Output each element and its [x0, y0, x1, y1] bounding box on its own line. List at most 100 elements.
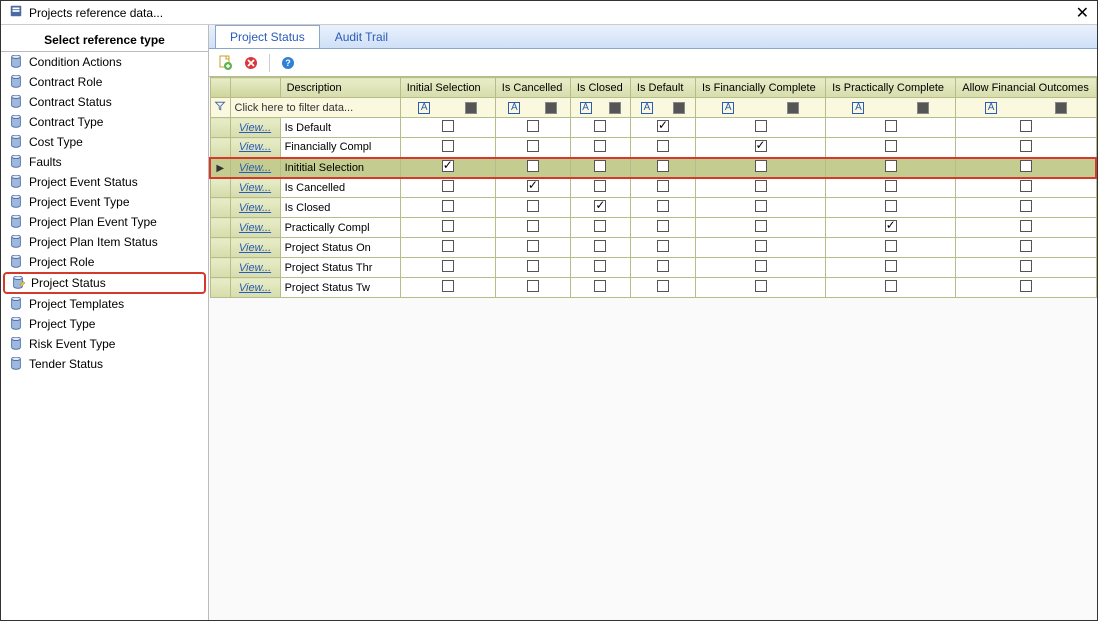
cell-is-closed[interactable] [570, 178, 630, 198]
sidebar-item-faults[interactable]: Faults [1, 152, 208, 172]
cell-is-financially-complete[interactable] [695, 118, 825, 138]
row-selector[interactable] [210, 178, 230, 198]
cell-is-default[interactable] [630, 258, 695, 278]
cell-is-financially-complete[interactable] [695, 218, 825, 238]
cell-is-cancelled[interactable] [495, 158, 570, 178]
cell-description[interactable]: Is Cancelled [280, 178, 400, 198]
checkbox[interactable] [885, 180, 897, 192]
filter-is-default[interactable]: A [630, 98, 695, 118]
cell-is-practically-complete[interactable] [826, 198, 956, 218]
checkbox[interactable] [442, 240, 454, 252]
cell-description[interactable]: Is Default [280, 118, 400, 138]
help-icon[interactable]: ? [280, 55, 296, 71]
cell-is-closed[interactable] [570, 258, 630, 278]
sidebar-item-contract-type[interactable]: Contract Type [1, 112, 208, 132]
table-row[interactable]: ▶View...Inititial Selection [210, 158, 1096, 178]
row-selector[interactable] [210, 198, 230, 218]
cell-is-financially-complete[interactable] [695, 178, 825, 198]
cell-description[interactable]: Project Status Tw [280, 278, 400, 298]
cell-allow-financial-outcomes[interactable] [956, 278, 1096, 298]
row-selector[interactable] [210, 218, 230, 238]
cell-is-closed[interactable] [570, 238, 630, 258]
checkbox[interactable] [442, 260, 454, 272]
checkbox[interactable] [594, 200, 606, 212]
checkbox[interactable] [594, 240, 606, 252]
row-selector[interactable] [210, 278, 230, 298]
cell-is-financially-complete[interactable] [695, 258, 825, 278]
cell-is-cancelled[interactable] [495, 218, 570, 238]
cell-is-default[interactable] [630, 238, 695, 258]
checkbox[interactable] [657, 140, 669, 152]
col-allow-financial-outcomes[interactable]: Allow Financial Outcomes [956, 78, 1096, 98]
cell-is-financially-complete[interactable] [695, 158, 825, 178]
checkbox[interactable] [885, 280, 897, 292]
checkbox[interactable] [657, 180, 669, 192]
checkbox[interactable] [527, 160, 539, 172]
data-grid[interactable]: Description Initial Selection Is Cancell… [209, 77, 1097, 620]
cell-initial-selection[interactable] [400, 138, 495, 158]
checkbox[interactable] [657, 220, 669, 232]
cell-description[interactable]: Project Status On [280, 238, 400, 258]
sidebar-item-project-event-status[interactable]: Project Event Status [1, 172, 208, 192]
table-row[interactable]: View...Project Status On [210, 238, 1096, 258]
view-link[interactable]: View... [230, 138, 280, 158]
checkbox[interactable] [1020, 180, 1032, 192]
checkbox[interactable] [594, 160, 606, 172]
cell-is-cancelled[interactable] [495, 138, 570, 158]
col-is-practically-complete[interactable]: Is Practically Complete [826, 78, 956, 98]
close-icon[interactable]: ✕ [1076, 3, 1089, 23]
row-selector[interactable] [210, 238, 230, 258]
cell-is-closed[interactable] [570, 158, 630, 178]
checkbox[interactable] [594, 260, 606, 272]
cell-initial-selection[interactable] [400, 198, 495, 218]
view-link[interactable]: View... [230, 218, 280, 238]
cell-is-default[interactable] [630, 218, 695, 238]
table-row[interactable]: View...Project Status Thr [210, 258, 1096, 278]
checkbox[interactable] [755, 120, 767, 132]
cell-is-practically-complete[interactable] [826, 278, 956, 298]
checkbox[interactable] [755, 280, 767, 292]
cell-is-cancelled[interactable] [495, 198, 570, 218]
col-is-default[interactable]: Is Default [630, 78, 695, 98]
checkbox[interactable] [442, 220, 454, 232]
cell-is-practically-complete[interactable] [826, 218, 956, 238]
view-link[interactable]: View... [230, 258, 280, 278]
checkbox[interactable] [594, 220, 606, 232]
table-row[interactable]: View...Is Cancelled [210, 178, 1096, 198]
checkbox[interactable] [885, 200, 897, 212]
col-is-cancelled[interactable]: Is Cancelled [495, 78, 570, 98]
checkbox[interactable] [527, 140, 539, 152]
checkbox[interactable] [1020, 160, 1032, 172]
sidebar-item-condition-actions[interactable]: Condition Actions [1, 52, 208, 72]
cell-description[interactable]: Project Status Thr [280, 258, 400, 278]
cell-initial-selection[interactable] [400, 278, 495, 298]
checkbox[interactable] [657, 160, 669, 172]
table-row[interactable]: View...Practically Compl [210, 218, 1096, 238]
checkbox[interactable] [527, 120, 539, 132]
checkbox[interactable] [594, 120, 606, 132]
cell-is-default[interactable] [630, 278, 695, 298]
cell-is-closed[interactable] [570, 138, 630, 158]
cell-is-cancelled[interactable] [495, 278, 570, 298]
cell-initial-selection[interactable] [400, 218, 495, 238]
checkbox[interactable] [885, 140, 897, 152]
row-selector[interactable]: ▶ [210, 158, 230, 178]
col-is-closed[interactable]: Is Closed [570, 78, 630, 98]
sidebar-item-project-plan-event-type[interactable]: Project Plan Event Type [1, 212, 208, 232]
checkbox[interactable] [527, 260, 539, 272]
checkbox[interactable] [755, 140, 767, 152]
cell-initial-selection[interactable] [400, 238, 495, 258]
cell-is-closed[interactable] [570, 218, 630, 238]
checkbox[interactable] [1020, 280, 1032, 292]
cell-is-default[interactable] [630, 138, 695, 158]
checkbox[interactable] [442, 180, 454, 192]
cell-initial-selection[interactable] [400, 178, 495, 198]
checkbox[interactable] [885, 260, 897, 272]
checkbox[interactable] [442, 160, 454, 172]
checkbox[interactable] [1020, 240, 1032, 252]
cell-is-practically-complete[interactable] [826, 238, 956, 258]
cell-allow-financial-outcomes[interactable] [956, 158, 1096, 178]
cell-is-practically-complete[interactable] [826, 138, 956, 158]
sidebar-item-contract-status[interactable]: Contract Status [1, 92, 208, 112]
filter-is-practically-complete[interactable]: A [826, 98, 956, 118]
